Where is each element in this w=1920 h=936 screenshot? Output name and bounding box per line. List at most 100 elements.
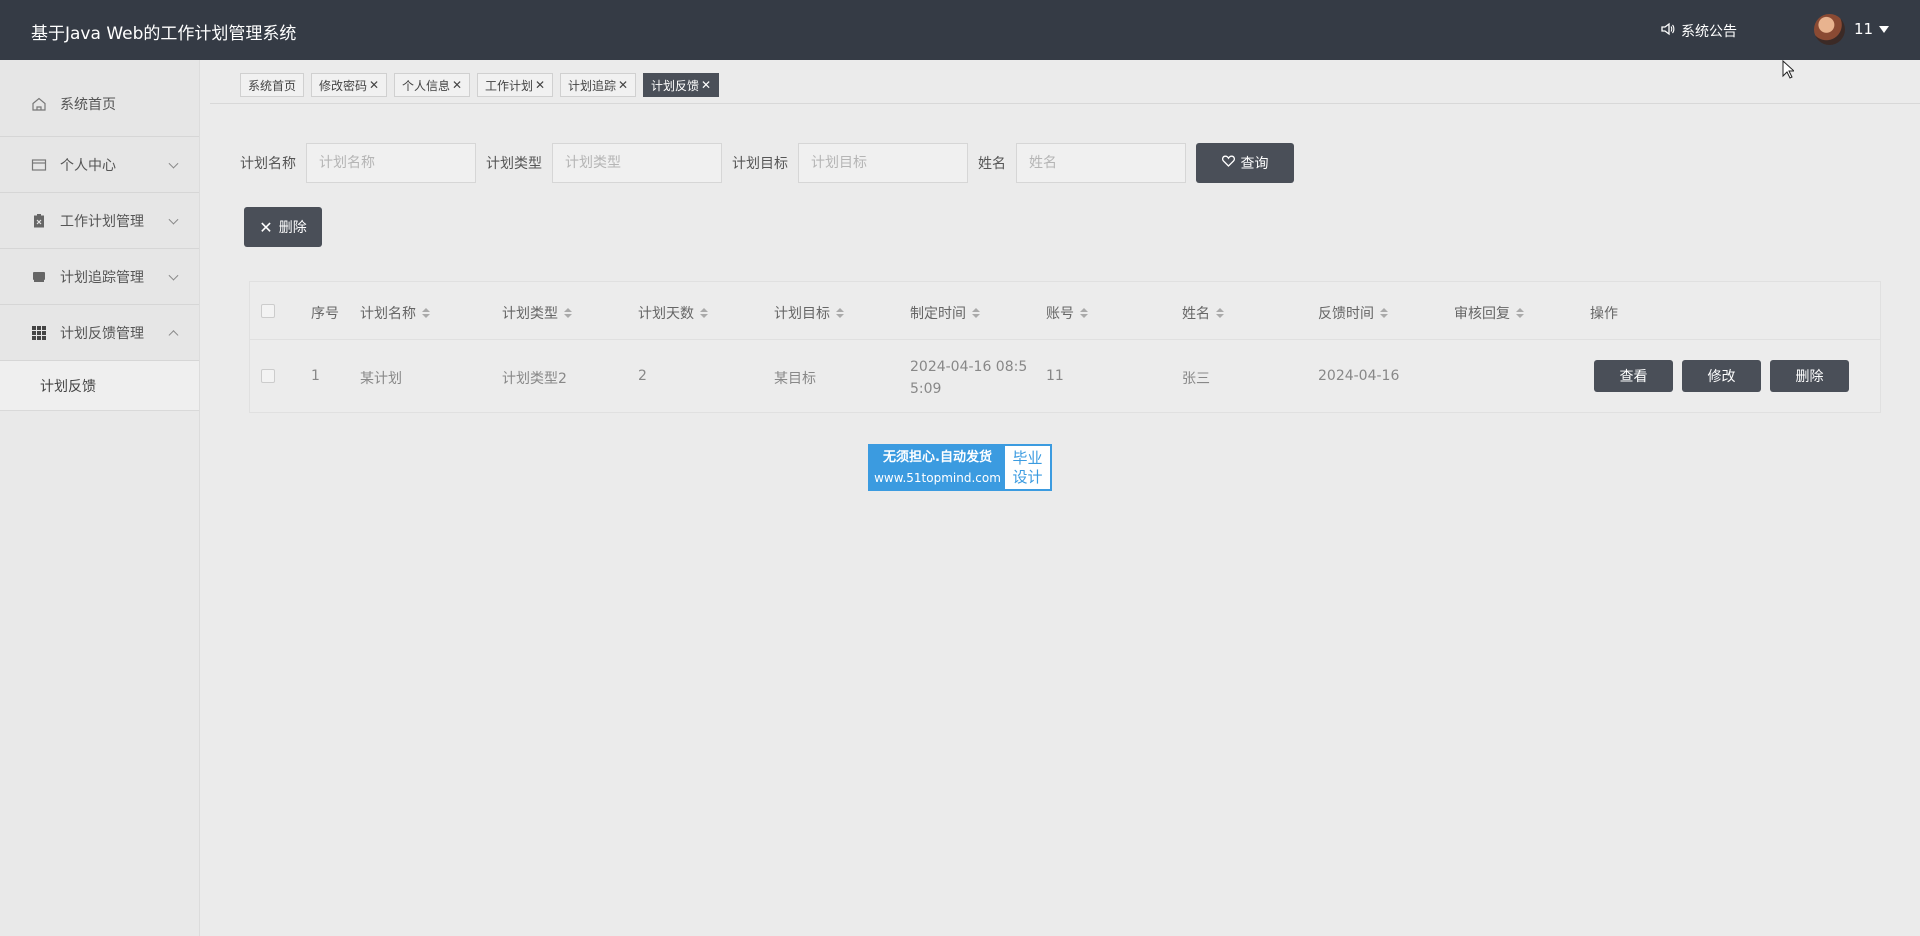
tab-change-password[interactable]: 修改密码 ✕	[311, 73, 388, 97]
stamp-right2: 设计	[1012, 467, 1043, 486]
chevron-up-icon	[168, 329, 179, 340]
cell-plan-type: 计划类型2	[502, 371, 567, 387]
notice-label: 系统公告	[1681, 24, 1737, 40]
speaker-icon	[1661, 22, 1675, 40]
plan-type-label: 计划类型	[486, 156, 542, 172]
plan-goal-input[interactable]	[798, 143, 968, 183]
chevron-down-icon	[168, 270, 179, 281]
mouse-cursor-icon	[1782, 59, 1796, 80]
table-header: 序号 计划名称 计划类型 计划天数 计划目标 制定时间 账号 姓名 反馈时间 审…	[250, 282, 1880, 340]
plan-name-label: 计划名称	[240, 156, 296, 172]
tab-work-plan[interactable]: 工作计划 ✕	[477, 73, 554, 97]
tab-label: 个人信息	[402, 78, 451, 93]
stamp-line1: 无须担心.自动发货	[883, 449, 992, 465]
close-icon[interactable]: ✕	[369, 78, 379, 92]
plan-type-input[interactable]	[552, 143, 722, 183]
close-icon[interactable]: ✕	[535, 78, 545, 92]
heart-icon	[1221, 155, 1235, 171]
sidebar-item-label: 个人中心	[60, 157, 116, 174]
top-bar: 基于Java Web的工作计划管理系统 系统公告 11	[0, 0, 1920, 60]
plan-name-input[interactable]	[306, 143, 476, 183]
column-header-review-reply[interactable]: 审核回复	[1454, 303, 1524, 323]
sort-icon[interactable]	[972, 308, 980, 318]
cell-plan-goal: 某目标	[774, 371, 816, 387]
sidebar-item-plan-tracking[interactable]: 计划追踪管理	[0, 249, 199, 305]
row-checkbox[interactable]	[261, 369, 275, 383]
tray-icon	[30, 268, 48, 286]
column-header-actions: 操作	[1590, 306, 1618, 322]
select-all-checkbox[interactable]	[261, 304, 275, 318]
cell-plan-days: 2	[638, 368, 647, 384]
column-header-created-time[interactable]: 制定时间	[910, 303, 980, 323]
delete-button[interactable]: ✕ 删除	[244, 207, 322, 247]
tab-label: 计划追踪	[568, 78, 617, 93]
cell-name: 张三	[1182, 371, 1210, 387]
row-delete-button[interactable]: 删除	[1770, 360, 1849, 392]
sort-icon[interactable]	[700, 308, 708, 318]
sidebar-subitem-plan-feedback[interactable]: 计划反馈	[0, 361, 199, 411]
sidebar: 系统首页 个人中心 工作计划管理 计划追踪管理 计划反馈管理 计划反馈	[0, 60, 200, 936]
column-header-plan-days[interactable]: 计划天数	[638, 303, 708, 323]
sidebar-item-personal-center[interactable]: 个人中心	[0, 137, 199, 193]
sidebar-item-home[interactable]: 系统首页	[0, 60, 199, 137]
cell-account: 11	[1046, 368, 1064, 384]
column-header-account[interactable]: 账号	[1046, 303, 1088, 323]
column-header-plan-type[interactable]: 计划类型	[502, 303, 572, 323]
column-header-index: 序号	[311, 306, 339, 322]
tab-plan-tracking[interactable]: 计划追踪 ✕	[560, 73, 637, 97]
sidebar-item-work-plan[interactable]: 工作计划管理	[0, 193, 199, 249]
plan-goal-label: 计划目标	[732, 156, 788, 172]
stamp-line2: www.51topmind.com	[874, 470, 1001, 485]
home-icon	[30, 95, 48, 113]
close-icon[interactable]: ✕	[452, 78, 462, 92]
grid-icon	[30, 324, 48, 342]
notice-link[interactable]: 系统公告	[1661, 21, 1737, 41]
column-header-feedback-time[interactable]: 反馈时间	[1318, 303, 1388, 323]
user-menu[interactable]: 11	[1854, 20, 1890, 38]
sort-icon[interactable]	[1216, 308, 1224, 318]
sidebar-item-label: 计划反馈管理	[60, 325, 144, 342]
sort-icon[interactable]	[1380, 308, 1388, 318]
cell-created-time: 2024-04-16 08:5 5:09	[910, 359, 1028, 397]
feedback-table: 序号 计划名称 计划类型 计划天数 计划目标 制定时间 账号 姓名 反馈时间 审…	[249, 281, 1881, 413]
column-header-plan-goal[interactable]: 计划目标	[774, 303, 844, 323]
watermark-stamp: 无须担心.自动发货 www.51topmind.com 毕业 设计	[868, 444, 1052, 491]
tab-bar: 系统首页 修改密码 ✕ 个人信息 ✕ 工作计划 ✕ 计划追踪 ✕ 计划反馈 ✕	[210, 60, 1920, 104]
close-icon[interactable]: ✕	[618, 78, 628, 92]
tab-personal-info[interactable]: 个人信息 ✕	[394, 73, 471, 97]
sort-icon[interactable]	[836, 308, 844, 318]
tab-label: 修改密码	[319, 78, 368, 93]
username: 11	[1854, 20, 1874, 38]
query-button[interactable]: 查询	[1196, 143, 1294, 183]
edit-button[interactable]: 修改	[1682, 360, 1761, 392]
sort-icon[interactable]	[1080, 308, 1088, 318]
column-header-name[interactable]: 姓名	[1182, 303, 1224, 323]
tab-label: 系统首页	[248, 78, 297, 93]
delete-button-label: 删除	[278, 220, 307, 236]
view-button[interactable]: 查看	[1594, 360, 1673, 392]
avatar[interactable]	[1814, 14, 1845, 45]
sidebar-item-label: 系统首页	[60, 97, 116, 113]
close-icon: ✕	[259, 217, 273, 237]
stamp-right1: 毕业	[1012, 448, 1043, 467]
app-title: 基于Java Web的工作计划管理系统	[31, 24, 297, 44]
sort-icon[interactable]	[422, 308, 430, 318]
cell-plan-name: 某计划	[360, 371, 402, 387]
chevron-down-icon	[168, 214, 179, 225]
chevron-down-icon	[168, 158, 179, 169]
tab-home[interactable]: 系统首页	[240, 73, 305, 97]
clipboard-icon	[30, 212, 48, 230]
card-icon	[30, 156, 48, 174]
cell-feedback-time: 2024-04-16	[1318, 368, 1400, 384]
column-header-plan-name[interactable]: 计划名称	[360, 303, 430, 323]
sort-icon[interactable]	[564, 308, 572, 318]
name-input[interactable]	[1016, 143, 1186, 183]
sort-icon[interactable]	[1516, 308, 1524, 318]
tab-label: 工作计划	[485, 78, 534, 93]
tab-label: 计划反馈	[651, 78, 700, 93]
cell-index: 1	[311, 368, 320, 384]
tab-plan-feedback[interactable]: 计划反馈 ✕	[643, 73, 720, 97]
sidebar-item-plan-feedback[interactable]: 计划反馈管理	[0, 305, 199, 361]
close-icon[interactable]: ✕	[701, 78, 711, 92]
query-button-label: 查询	[1240, 156, 1269, 172]
